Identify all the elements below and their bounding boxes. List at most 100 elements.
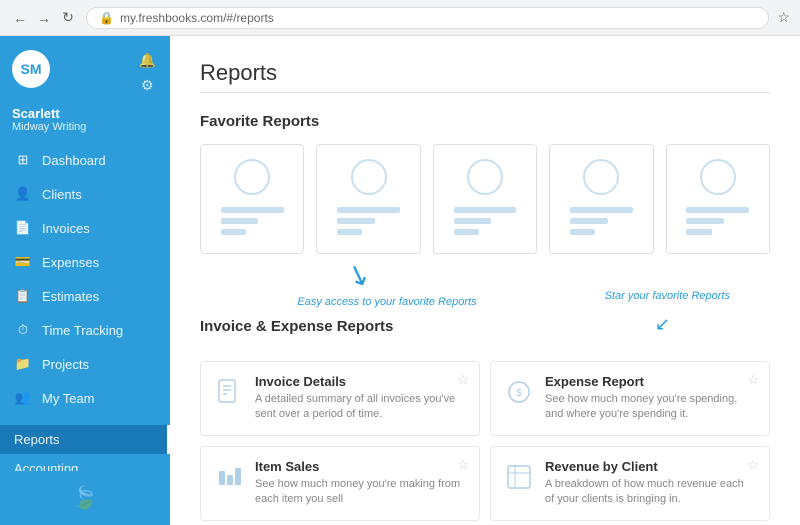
item-sales-content: Item Sales See how much money you're mak… (255, 459, 465, 508)
fav-card-line (454, 229, 479, 235)
expense-report-content: Expense Report See how much money you're… (545, 374, 755, 423)
projects-icon: 📁 (14, 355, 32, 373)
invoice-expense-section: Invoice & Expense Reports Star your favo… (200, 318, 770, 521)
revenue-by-client-title: Revenue by Client (545, 459, 755, 474)
item-sales-icon (213, 461, 245, 493)
favorite-card-2[interactable]: ↙ Easy access to your favorite Reports (316, 144, 420, 254)
revenue-by-client-desc: A breakdown of how much revenue each of … (545, 477, 755, 508)
invoices-icon: 📄 (14, 219, 32, 237)
star-annotation: Star your favorite Reports (605, 290, 730, 302)
sidebar-footer: 🍃 (0, 471, 170, 525)
expense-report-title: Expense Report (545, 374, 755, 389)
browser-chrome: ← → ↻ 🔒 my.freshbooks.com/#/reports ☆ (0, 0, 800, 36)
fav-card-line (337, 218, 375, 224)
favorite-card-5[interactable] (666, 144, 770, 254)
sidebar-item-accounting[interactable]: Accounting (0, 454, 170, 471)
favorite-reports-section: Favorite Reports (200, 113, 770, 254)
bookmark-icon: ☆ (777, 9, 790, 26)
sidebar-item-invoices[interactable]: 📄 Invoices (0, 211, 170, 245)
item-sales-star[interactable]: ☆ (457, 457, 469, 473)
sidebar-item-estimates[interactable]: 📋 Estimates (0, 279, 170, 313)
report-card-expense-report[interactable]: $ Expense Report See how much money you'… (490, 361, 770, 436)
item-sales-desc: See how much money you're making from ea… (255, 477, 465, 508)
back-button[interactable]: ← (10, 8, 30, 28)
report-card-item-sales[interactable]: Item Sales See how much money you're mak… (200, 446, 480, 521)
invoice-details-icon (213, 376, 245, 408)
fav-card-lines-5 (686, 207, 749, 235)
revenue-by-client-content: Revenue by Client A breakdown of how muc… (545, 459, 755, 508)
fav-card-circle-1 (234, 159, 270, 195)
sidebar-label-projects: Projects (42, 357, 89, 372)
fav-card-line (221, 207, 284, 213)
report-card-invoice-details[interactable]: Invoice Details A detailed summary of al… (200, 361, 480, 436)
sidebar-item-time-tracking[interactable]: ⏱ Time Tracking (0, 313, 170, 347)
clients-icon: 👤 (14, 185, 32, 203)
invoice-expense-title: Invoice & Expense Reports (200, 318, 393, 335)
sidebar-item-reports[interactable]: Reports (0, 425, 170, 454)
sidebar-label-reports: Reports (14, 432, 60, 447)
fav-card-lines-2 (337, 207, 400, 235)
freshbooks-leaf-icon: 🍃 (71, 485, 98, 511)
app-container: SM 🔔 ⚙ Scarlett Midway Writing ⊞ Dashboa… (0, 36, 800, 525)
invoice-expense-cards-grid: Invoice Details A detailed summary of al… (200, 361, 770, 521)
sidebar-label-dashboard: Dashboard (42, 153, 106, 168)
expenses-icon: 💳 (14, 253, 32, 271)
refresh-button[interactable]: ↻ (58, 8, 78, 28)
revenue-by-client-star[interactable]: ☆ (747, 457, 759, 473)
fav-card-line (337, 207, 400, 213)
url-text: my.freshbooks.com/#/reports (120, 11, 274, 25)
sidebar-label-time-tracking: Time Tracking (42, 323, 123, 338)
fav-card-line (686, 207, 749, 213)
fav-card-line (570, 218, 608, 224)
fav-card-line (221, 229, 246, 235)
report-card-revenue-by-client[interactable]: Revenue by Client A breakdown of how muc… (490, 446, 770, 521)
fav-card-line (570, 229, 595, 235)
fav-card-lines-1 (221, 207, 284, 235)
favorite-reports-annotation: Easy access to your favorite Reports (297, 296, 476, 308)
fav-card-circle-5 (700, 159, 736, 195)
settings-icon[interactable]: ⚙ (137, 75, 158, 96)
fav-card-line (570, 207, 633, 213)
page-divider (200, 92, 770, 93)
browser-actions: ☆ (777, 9, 790, 26)
dashboard-icon: ⊞ (14, 151, 32, 169)
notification-icon[interactable]: 🔔 (137, 50, 158, 71)
my-team-icon: 👥 (14, 389, 32, 407)
sidebar-icon-buttons: 🔔 ⚙ (137, 50, 158, 96)
expense-report-desc: See how much money you're spending, and … (545, 392, 755, 423)
item-sales-title: Item Sales (255, 459, 465, 474)
page-title: Reports (200, 60, 770, 86)
sidebar-item-clients[interactable]: 👤 Clients (0, 177, 170, 211)
address-bar[interactable]: 🔒 my.freshbooks.com/#/reports (86, 7, 769, 29)
sidebar-label-estimates: Estimates (42, 289, 99, 304)
sidebar-header: SM 🔔 ⚙ (0, 36, 170, 106)
fav-card-lines-4 (570, 207, 633, 235)
main-content: Reports Favorite Reports (170, 36, 800, 525)
invoice-details-desc: A detailed summary of all invoices you'v… (255, 392, 465, 423)
star-arrow-icon: ↙ (655, 314, 670, 335)
sidebar-label-my-team: My Team (42, 391, 95, 406)
fav-card-line (686, 218, 724, 224)
user-name: Scarlett (12, 106, 158, 121)
sidebar-label-invoices: Invoices (42, 221, 90, 236)
favorite-card-1[interactable] (200, 144, 304, 254)
favorite-reports-title: Favorite Reports (200, 113, 770, 130)
revenue-by-client-icon (503, 461, 535, 493)
sidebar-label-accounting: Accounting (14, 461, 78, 471)
sidebar-label-clients: Clients (42, 187, 82, 202)
sidebar-item-dashboard[interactable]: ⊞ Dashboard (0, 143, 170, 177)
sidebar-item-my-team[interactable]: 👥 My Team (0, 381, 170, 415)
forward-button[interactable]: → (34, 8, 54, 28)
fav-card-line (337, 229, 362, 235)
svg-text:$: $ (516, 388, 522, 399)
user-company: Midway Writing (12, 121, 158, 133)
sidebar: SM 🔔 ⚙ Scarlett Midway Writing ⊞ Dashboa… (0, 36, 170, 525)
sidebar-label-expenses: Expenses (42, 255, 99, 270)
sidebar-item-expenses[interactable]: 💳 Expenses (0, 245, 170, 279)
expense-report-star[interactable]: ☆ (747, 372, 759, 388)
favorite-card-3[interactable] (433, 144, 537, 254)
favorite-card-4[interactable] (549, 144, 653, 254)
fav-card-circle-3 (467, 159, 503, 195)
sidebar-item-projects[interactable]: 📁 Projects (0, 347, 170, 381)
invoice-details-star[interactable]: ☆ (457, 372, 469, 388)
